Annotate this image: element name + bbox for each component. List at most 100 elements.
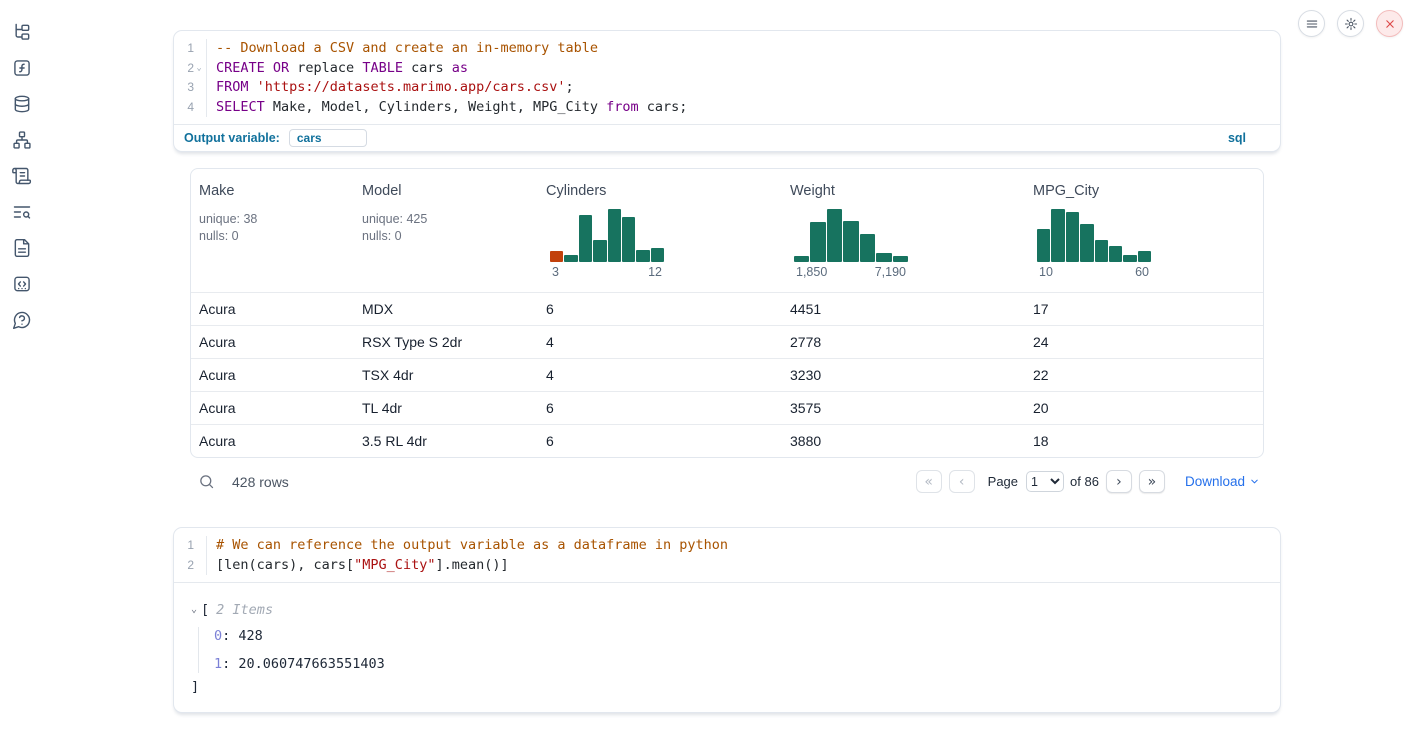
column-cylinders: Cylinders 3 12 xyxy=(538,169,782,292)
table-row[interactable]: AcuraTL 4dr6357520 xyxy=(191,391,1263,424)
network-icon[interactable] xyxy=(12,130,32,150)
histogram-bar xyxy=(1051,209,1064,262)
menu-button[interactable] xyxy=(1298,10,1325,37)
output-entry: 0: 428 xyxy=(214,627,1280,645)
column-label-mpg-city[interactable]: MPG_City xyxy=(1033,183,1099,199)
histogram-bar xyxy=(810,222,825,262)
table-cell: 24 xyxy=(1025,334,1263,350)
table-cell: Acura xyxy=(191,400,354,416)
cylinders-tick-max: 12 xyxy=(648,265,662,279)
sql-cell: 1-- Download a CSV and create an in-memo… xyxy=(173,30,1281,152)
histogram-bar xyxy=(827,209,842,262)
histogram-bar xyxy=(651,248,664,262)
table-cell: 2778 xyxy=(782,334,1025,350)
table-cell: Acura xyxy=(191,334,354,350)
column-label-make[interactable]: Make xyxy=(199,183,234,199)
file-tree-icon[interactable] xyxy=(12,22,32,42)
table-cell: MDX xyxy=(354,301,538,317)
sql-editor[interactable]: 1-- Download a CSV and create an in-memo… xyxy=(174,31,1280,124)
prev-page-button[interactable]: ‹ xyxy=(949,470,975,493)
python-editor[interactable]: 1# We can reference the output variable … xyxy=(174,528,1280,582)
weight-tick-max: 7,190 xyxy=(875,265,906,279)
search-icon[interactable] xyxy=(198,473,215,490)
notebook-controls xyxy=(1298,10,1403,37)
weight-histogram-bars xyxy=(794,209,908,262)
table-body: AcuraMDX6445117AcuraRSX Type S 2dr427782… xyxy=(191,292,1263,457)
table-cell: 20 xyxy=(1025,400,1263,416)
table-cell: Acura xyxy=(191,433,354,449)
histogram-bar xyxy=(860,234,875,262)
database-icon[interactable] xyxy=(12,94,32,114)
items-count: 2 Items xyxy=(216,601,273,619)
table-cell: 17 xyxy=(1025,301,1263,317)
histogram-bar xyxy=(622,217,635,262)
column-label-weight[interactable]: Weight xyxy=(790,183,835,199)
mpg-tick-max: 60 xyxy=(1135,265,1149,279)
column-make: Make unique: 38 nulls: 0 xyxy=(191,169,354,292)
histogram-bar xyxy=(636,250,649,262)
chevron-down-icon xyxy=(1249,476,1260,487)
output-entry: 1: 20.060747663551403 xyxy=(214,655,1280,673)
cylinders-histogram-bars xyxy=(550,209,664,262)
table-footer: 428 rows « ‹ Page 1 of 86 › » Download xyxy=(190,463,1264,500)
notebook: 1-- Download a CSV and create an in-memo… xyxy=(173,0,1281,713)
code-box-icon[interactable] xyxy=(12,274,32,294)
output-variable-label: Output variable: xyxy=(184,131,280,145)
column-weight: Weight 1,850 7,190 xyxy=(782,169,1025,292)
table-cell: 4451 xyxy=(782,301,1025,317)
last-page-button[interactable]: » xyxy=(1139,470,1165,493)
table-cell: 6 xyxy=(538,433,782,449)
cylinders-histogram: 3 12 xyxy=(550,209,664,279)
row-count: 428 rows xyxy=(232,474,289,490)
sidebar xyxy=(0,0,44,330)
download-button[interactable]: Download xyxy=(1185,474,1260,489)
column-stats-model: unique: 425 nulls: 0 xyxy=(362,211,530,244)
table-cell: 6 xyxy=(538,400,782,416)
pagination: « ‹ Page 1 of 86 › » Download xyxy=(909,470,1264,493)
histogram-bar xyxy=(579,215,592,262)
table-row[interactable]: Acura3.5 RL 4dr6388018 xyxy=(191,424,1263,457)
table-row[interactable]: AcuraMDX6445117 xyxy=(191,292,1263,325)
histogram-bar xyxy=(1138,251,1151,262)
table-cell: RSX Type S 2dr xyxy=(354,334,538,350)
next-page-button[interactable]: › xyxy=(1106,470,1132,493)
function-square-icon[interactable] xyxy=(12,58,32,78)
first-page-button[interactable]: « xyxy=(916,470,942,493)
gear-icon xyxy=(1344,17,1358,31)
column-stats-make: unique: 38 nulls: 0 xyxy=(199,211,346,244)
output-variable-input[interactable] xyxy=(289,129,367,147)
table-cell: 3230 xyxy=(782,367,1025,383)
mpg-city-histogram: 10 60 xyxy=(1037,209,1151,279)
table-row[interactable]: AcuraRSX Type S 2dr4277824 xyxy=(191,325,1263,358)
table-row[interactable]: AcuraTSX 4dr4323022 xyxy=(191,358,1263,391)
mpg-city-histogram-bars xyxy=(1037,209,1151,262)
column-label-cylinders[interactable]: Cylinders xyxy=(546,183,606,199)
scroll-text-icon[interactable] xyxy=(12,166,32,186)
page-select[interactable]: 1 xyxy=(1026,471,1064,492)
histogram-bar xyxy=(1066,212,1079,262)
cylinders-tick-min: 3 xyxy=(552,265,559,279)
open-bracket: [ xyxy=(201,601,209,619)
table-header: Make unique: 38 nulls: 0 Model unique: 4… xyxy=(191,169,1263,292)
text-search-icon[interactable] xyxy=(12,202,32,222)
file-text-icon[interactable] xyxy=(12,238,32,258)
table-output: Make unique: 38 nulls: 0 Model unique: 4… xyxy=(190,168,1264,500)
histogram-bar xyxy=(1037,229,1050,262)
histogram-bar xyxy=(593,240,606,262)
help-circle-icon[interactable] xyxy=(12,310,32,330)
sql-cell-footer: Output variable: sql xyxy=(174,124,1280,151)
shutdown-button[interactable] xyxy=(1376,10,1403,37)
column-label-model[interactable]: Model xyxy=(362,183,402,199)
weight-histogram: 1,850 7,190 xyxy=(794,209,908,279)
table-cell: 3880 xyxy=(782,433,1025,449)
menu-icon xyxy=(1305,17,1319,31)
settings-button[interactable] xyxy=(1337,10,1364,37)
table-cell: 4 xyxy=(538,334,782,350)
page-total: of 86 xyxy=(1070,474,1099,489)
table-cell: 3.5 RL 4dr xyxy=(354,433,538,449)
histogram-bar xyxy=(1095,240,1108,262)
table-cell: TL 4dr xyxy=(354,400,538,416)
table-cell: 6 xyxy=(538,301,782,317)
column-mpg-city: MPG_City 10 60 xyxy=(1025,169,1263,292)
collapse-chevron-icon[interactable]: ⌄ xyxy=(191,601,197,619)
